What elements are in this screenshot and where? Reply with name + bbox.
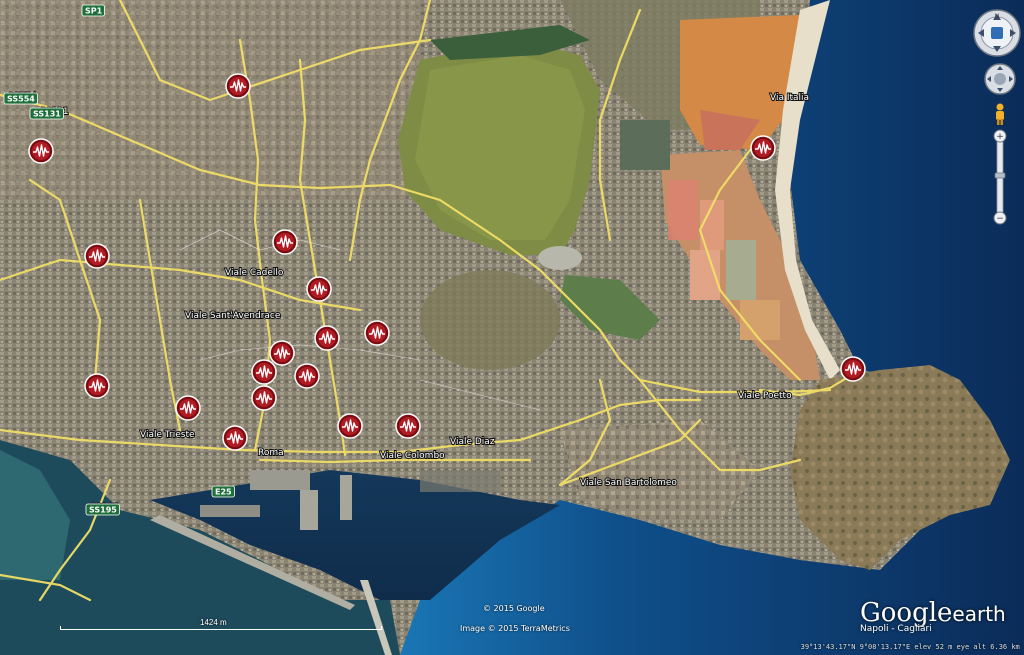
road-label: Roma xyxy=(258,448,284,458)
marker-11[interactable] xyxy=(294,363,320,389)
marker-10[interactable] xyxy=(251,359,277,385)
marker-13[interactable] xyxy=(251,385,277,411)
marker-1[interactable] xyxy=(225,73,251,99)
google-earth-logo: Googleearth Napoli - Cagliari xyxy=(860,598,1006,634)
svg-text:N: N xyxy=(995,13,1000,20)
marker-15[interactable] xyxy=(337,413,363,439)
marker-12[interactable] xyxy=(84,373,110,399)
move-control[interactable] xyxy=(983,62,1017,96)
road-label: Viale Colombo xyxy=(380,451,445,461)
road-label: Via Italia xyxy=(770,93,809,103)
copyright-google: © 2015 Google xyxy=(483,604,545,613)
marker-9[interactable] xyxy=(269,340,295,366)
road-shield: SS195 xyxy=(85,503,120,516)
road-shield-label: E25 xyxy=(215,488,232,497)
marker-4[interactable] xyxy=(84,243,110,269)
copyright-imagery: Image © 2015 TerraMetrics xyxy=(460,624,570,633)
road-label: Viale San Bartolomeo xyxy=(580,478,677,488)
marker-18[interactable] xyxy=(840,356,866,382)
scale-label: 1424 m xyxy=(200,618,227,627)
svg-text:+: + xyxy=(996,132,1004,142)
road-label: Viale Trieste xyxy=(140,430,195,440)
look-control[interactable]: N xyxy=(972,8,1022,58)
marker-3[interactable] xyxy=(750,135,776,161)
marker-6[interactable] xyxy=(306,276,332,302)
marker-14[interactable] xyxy=(175,395,201,421)
road-shield-label: SS195 xyxy=(89,506,117,515)
road-shield-label: SS131 xyxy=(33,110,61,119)
marker-17[interactable] xyxy=(222,425,248,451)
road-label: Viale Sant'Avendrace xyxy=(185,311,281,321)
svg-text:−: − xyxy=(996,214,1004,224)
road-shield: SS554 xyxy=(3,92,38,105)
scale-bar: 1424 m xyxy=(60,618,382,632)
zoom-slider[interactable]: + − xyxy=(992,128,1008,226)
logo-earth-text: earth xyxy=(952,602,1006,626)
street-view-pegman-icon[interactable] xyxy=(993,103,1007,125)
road-shield: E25 xyxy=(211,485,235,498)
marker-5[interactable] xyxy=(272,229,298,255)
road-label: Viale Diaz xyxy=(450,437,495,447)
status-bar: 39°13'43.17"N 9°08'13.17"E elev 52 m eye… xyxy=(0,643,1024,655)
road-label: Viale Poetto xyxy=(738,391,792,401)
road-shield: SP1 xyxy=(81,4,105,17)
road-shield-label: SS554 xyxy=(7,95,35,104)
marker-8[interactable] xyxy=(364,320,390,346)
satellite-map[interactable]: SS554 SS131 Viale Trieste Viale Colombo Roma… xyxy=(0,0,1024,655)
coordinates-readout: 39°13'43.17"N 9°08'13.17"E elev 52 m eye… xyxy=(800,643,1020,651)
marker-16[interactable] xyxy=(395,413,421,439)
road-shield-label: SP1 xyxy=(85,7,103,16)
marker-7[interactable] xyxy=(314,325,340,351)
marker-2[interactable] xyxy=(28,138,54,164)
road-shield: SS131 xyxy=(29,107,64,120)
road-label: Viale Cadello xyxy=(225,268,284,278)
